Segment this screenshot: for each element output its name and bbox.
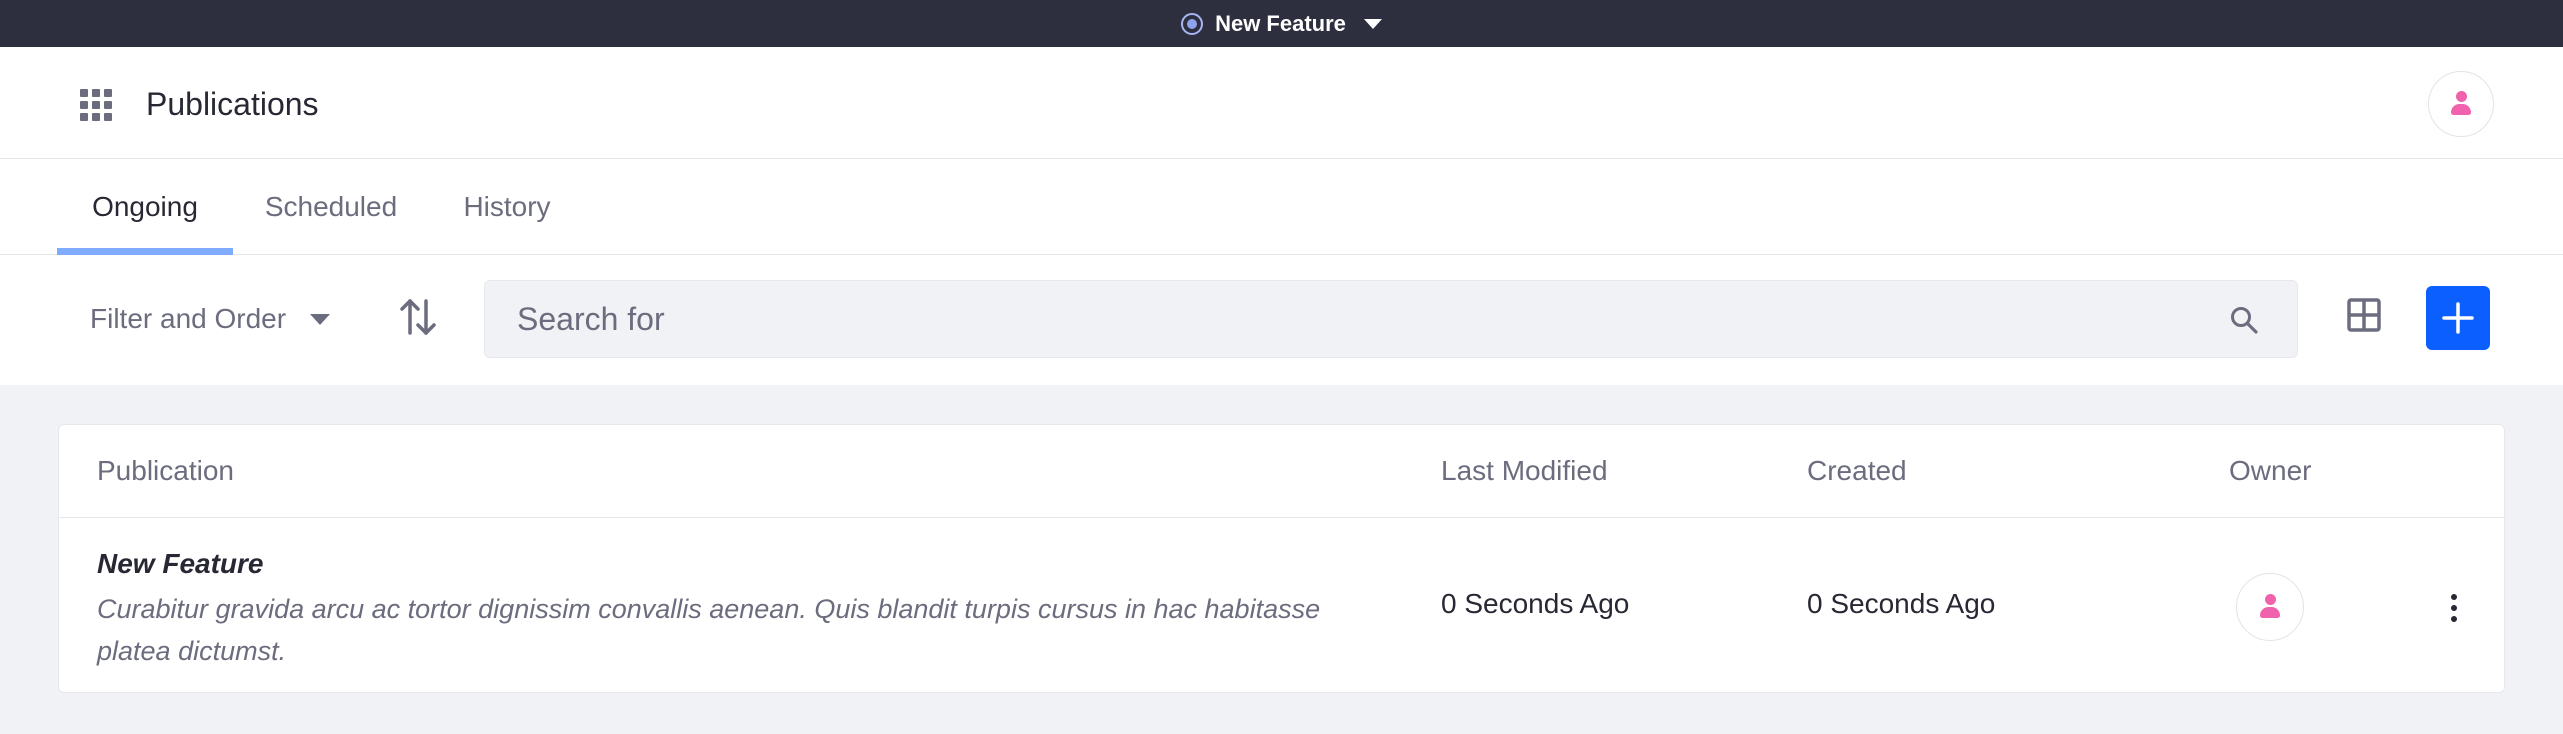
created-cell: 0 Seconds Ago [1807,588,1996,619]
search-icon[interactable] [2229,305,2259,335]
table-header: Publication Last Modified Created Owner [59,425,2504,518]
view-type-button[interactable] [2344,295,2384,335]
tab-history[interactable]: History [446,159,568,255]
tab-scheduled[interactable]: Scheduled [246,159,416,255]
search-box [484,280,2298,358]
caret-down-icon [310,313,331,325]
user-avatar-button[interactable] [2428,71,2494,137]
filter-and-order-label: Filter and Order [90,303,287,334]
app-header: Publications [0,47,2563,159]
publication-name-link[interactable]: New Feature [97,548,264,580]
tab-ongoing[interactable]: Ongoing [57,159,233,255]
column-header-publication: Publication [97,455,234,486]
publications-table: Publication Last Modified Created Owner … [58,424,2505,693]
user-avatar-icon [2257,594,2283,620]
owner-avatar [2236,573,2304,641]
filter-and-order-button[interactable]: Filter and Order [90,297,331,341]
tab-bar: Ongoing Scheduled History [0,159,2563,255]
current-publication-name: New Feature [1215,10,1346,36]
publication-description: Curabitur gravida arcu ac tortor digniss… [97,594,1321,666]
search-input[interactable] [485,281,2297,357]
kebab-menu-icon[interactable] [2439,588,2469,628]
table-row: New Feature Curabitur gravida arcu ac to… [59,518,2504,693]
column-header-created: Created [1807,455,1907,486]
caret-down-icon [1363,18,1382,29]
table-view-icon [2347,298,2381,332]
management-toolbar: Filter and Order [0,255,2563,385]
page-title: Publications [146,86,319,122]
add-publication-button[interactable] [2426,286,2490,350]
publication-bar: New Feature [0,0,2563,47]
column-header-last-modified: Last Modified [1441,455,1608,486]
sort-arrows-icon [400,299,436,335]
sort-button[interactable] [396,295,440,339]
column-header-owner: Owner [2229,455,2312,486]
last-modified-cell: 0 Seconds Ago [1441,588,1630,619]
circle-dot-icon [1181,12,1204,35]
user-avatar-icon [2448,91,2474,117]
plus-icon [2442,302,2474,334]
publication-switcher[interactable]: New Feature [1181,11,1382,37]
apps-grid-icon[interactable] [80,89,112,121]
